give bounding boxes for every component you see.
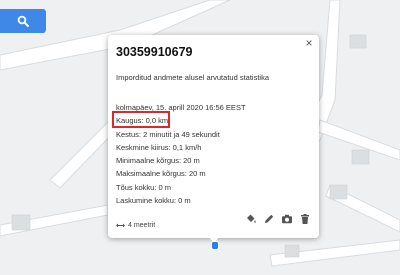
- scale-indicator: 4 meetrit: [116, 222, 155, 229]
- camera-icon[interactable]: [281, 212, 293, 224]
- location-marker-icon[interactable]: [211, 241, 219, 250]
- search-icon: [17, 15, 29, 27]
- stat-total-descent: Laskumine kokku: 0 m: [116, 196, 191, 206]
- building: [351, 149, 370, 165]
- stat-min-altitude: Minimaalne kõrgus: 20 m: [116, 156, 200, 166]
- edit-icon[interactable]: [263, 212, 275, 224]
- stat-duration: Kestus: 2 minutit ja 49 sekundit: [116, 129, 220, 139]
- horizontal-arrows-icon: [116, 223, 125, 228]
- distance-highlight-box: [112, 111, 170, 128]
- popup-title: 30359910679: [116, 45, 193, 59]
- building: [349, 34, 367, 49]
- search-button[interactable]: [0, 9, 46, 33]
- delete-icon[interactable]: [299, 212, 311, 224]
- stat-max-altitude: Maksimaalne kõrgus: 20 m: [116, 169, 206, 179]
- close-icon[interactable]: ×: [304, 37, 314, 49]
- popup-subtitle: Imporditud andmete alusel arvutatud stat…: [116, 73, 269, 82]
- scale-label: 4 meetrit: [128, 222, 156, 229]
- stat-average-speed: Keskmine kiirus: 0,1 km/h: [116, 142, 202, 152]
- fill-color-icon[interactable]: [245, 212, 257, 224]
- building: [284, 244, 300, 258]
- building: [329, 184, 348, 200]
- track-info-popup: × 30359910679 Imporditud andmete alusel …: [108, 35, 319, 238]
- popup-toolbar: [245, 212, 311, 224]
- stat-total-ascent: Tõus kokku: 0 m: [116, 182, 172, 192]
- building: [11, 214, 31, 231]
